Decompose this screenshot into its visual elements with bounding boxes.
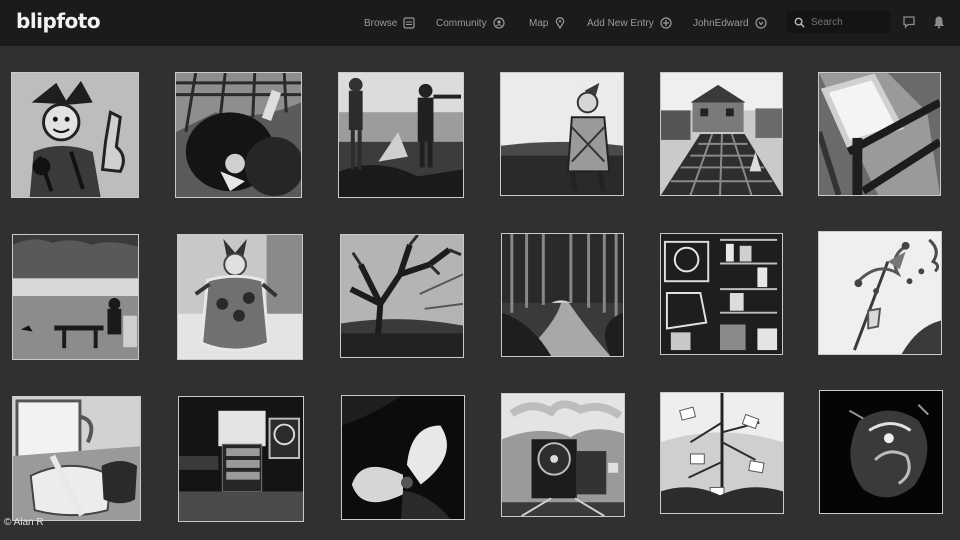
photo-white-flower: [342, 396, 464, 519]
photo-bare-tree: [341, 235, 463, 357]
photo-tile[interactable]: [11, 72, 139, 198]
photo-tile[interactable]: [178, 396, 304, 522]
photo-tile[interactable]: [12, 234, 139, 360]
photo-tile[interactable]: [818, 72, 941, 196]
photo-tile[interactable]: [341, 395, 465, 520]
photo-tile[interactable]: [338, 72, 464, 198]
photo-boat-crew: [339, 73, 463, 197]
photo-petrol-station-sign: [179, 397, 303, 521]
photo-tile[interactable]: [340, 234, 464, 358]
photo-jester-figure: [12, 73, 138, 197]
photo-plaid-jester-toy: [176, 73, 301, 197]
photo-tile[interactable]: [12, 396, 141, 521]
photo-window-frame: [819, 73, 940, 195]
photo-forest-path: [502, 234, 623, 356]
photo-cluttered-shelves: [661, 234, 782, 354]
photo-tile[interactable]: [175, 72, 302, 198]
photo-picnic-by-river: [13, 235, 138, 359]
photo-tile[interactable]: [819, 390, 943, 514]
photo-house-garden-path: [661, 73, 782, 195]
photo-tile[interactable]: [501, 233, 624, 357]
photo-steam-locomotive: [502, 394, 624, 516]
photo-tile[interactable]: [500, 72, 624, 196]
photo-card-tree: [661, 393, 783, 513]
photo-grid: [0, 0, 960, 540]
photo-tile[interactable]: [818, 231, 942, 355]
photo-glass-sculpture: [820, 391, 942, 513]
photo-tile[interactable]: [660, 72, 783, 196]
photo-tile[interactable]: [660, 233, 783, 355]
photo-tile[interactable]: [501, 393, 625, 517]
photo-jester-doll-sitting: [501, 73, 623, 195]
photo-mug-and-spoon: [13, 397, 140, 520]
photo-credit: © Alan R: [4, 517, 44, 528]
photo-jester-in-jar: [178, 235, 302, 359]
photo-jester-drawing: [819, 232, 941, 354]
photo-tile[interactable]: [177, 234, 303, 360]
photo-tile[interactable]: [660, 392, 784, 514]
